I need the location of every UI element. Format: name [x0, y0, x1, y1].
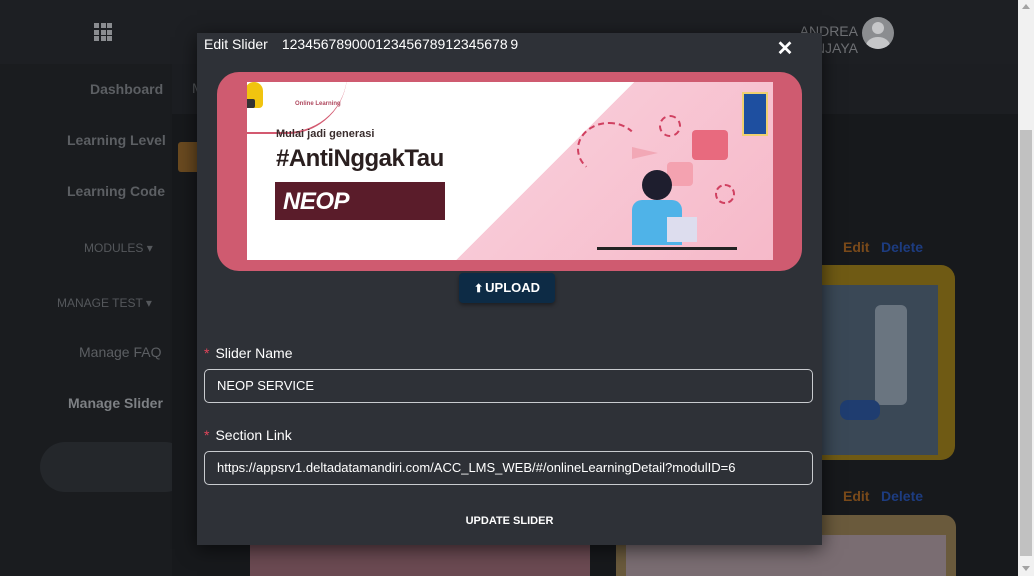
banner-hashtag: #AntiNggakTau [276, 145, 444, 172]
upload-icon: ⬆ [473, 283, 484, 295]
required-mark: * [204, 345, 210, 361]
update-slider-button[interactable]: UPDATE SLIDER [442, 511, 577, 531]
sidebar-item-manage-faq[interactable]: Manage FAQ [79, 344, 162, 360]
chat-bubble-icon [692, 130, 728, 160]
slider-id: 12345678900012345678912345678 9 [281, 36, 519, 52]
camera-icon [247, 99, 255, 108]
sidebar-item-modules[interactable]: MODULES ▾ [84, 241, 153, 255]
chevron-down-icon: ▾ [145, 296, 152, 310]
slider-name-label: * Slider Name [204, 345, 292, 361]
slider-name-input[interactable]: NEOP SERVICE [204, 369, 813, 403]
person-illustration [642, 170, 672, 200]
edit-link[interactable]: Edit [843, 488, 869, 504]
scroll-down-arrow-icon[interactable] [1022, 566, 1030, 571]
delete-link[interactable]: Delete [881, 488, 923, 504]
required-mark: * [204, 427, 210, 443]
sidebar-item-label: MODULES [84, 241, 144, 255]
slider-image-preview: Online Learning Mulai jadi generasi #Ant… [217, 72, 802, 271]
sidebar-item-learning-level[interactable]: Learning Level [67, 132, 166, 148]
laptop-icon [667, 217, 697, 242]
sidebar-item-manage-test[interactable]: MANAGE TEST ▾ [57, 296, 152, 310]
slider-name-label-text: Slider Name [215, 345, 293, 361]
avatar[interactable] [862, 17, 894, 49]
modal-title: Edit Slider 12345678900012345678912345678… [204, 36, 518, 52]
paper-plane-icon [632, 147, 658, 159]
section-link-input[interactable]: https://appsrv1.deltadatamandiri.com/ACC… [204, 451, 813, 485]
chevron-down-icon: ▾ [146, 241, 153, 255]
sidebar-item-label: MANAGE TEST [57, 296, 143, 310]
upload-button-label: UPLOAD [485, 280, 541, 295]
section-link-label: * Section Link [204, 427, 292, 443]
banner-logo-text: Online Learning [295, 101, 341, 107]
delete-link[interactable]: Delete [881, 239, 923, 255]
edit-slider-modal: Edit Slider 12345678900012345678912345678… [197, 33, 822, 545]
banner-subtitle: Mulai jadi generasi [276, 128, 375, 140]
sidebar-item-manage-slider[interactable]: Manage Slider [68, 395, 163, 411]
edit-link[interactable]: Edit [843, 239, 869, 255]
apps-grid-icon[interactable] [94, 23, 112, 41]
sidebar-item-dashboard[interactable]: Dashboard [90, 81, 163, 97]
slider-card-image [250, 545, 590, 576]
sidebar-item-learning-code[interactable]: Learning Code [67, 183, 165, 199]
section-link-label-text: Section Link [215, 427, 292, 443]
sidebar-active-highlight [40, 442, 190, 492]
upload-button[interactable]: ⬆ UPLOAD [459, 273, 555, 303]
close-icon[interactable]: ✕ [775, 39, 795, 59]
modal-title-text: Edit Slider [204, 36, 268, 52]
slider-card-image [820, 265, 955, 460]
badge-logo-icon [742, 92, 768, 136]
scrollbar-thumb[interactable] [1020, 130, 1032, 556]
banner-box-text: NEOP SERVICE [283, 188, 385, 243]
scroll-up-arrow-icon[interactable] [1022, 4, 1030, 9]
